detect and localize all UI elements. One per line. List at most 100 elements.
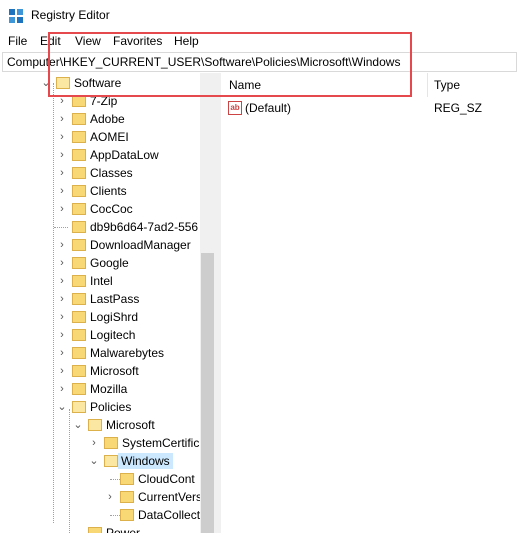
tree-item[interactable]: › Intel [0, 272, 200, 290]
tree-item[interactable]: db9b6d64-7ad2-556 [0, 218, 200, 236]
value-row[interactable]: ab (Default) REG_SZ [221, 99, 519, 117]
tree-item[interactable]: › Classes [0, 164, 200, 182]
tree-item[interactable]: › Mozilla [0, 380, 200, 398]
chevron-right-icon[interactable]: › [56, 308, 68, 326]
tree-item-label: CocCoc [90, 202, 133, 216]
folder-icon [120, 491, 134, 503]
folder-icon [72, 149, 86, 161]
chevron-down-icon[interactable]: ⌄ [56, 398, 68, 416]
tree-item-windows[interactable]: ⌄ Windows [0, 452, 200, 470]
window-title: Registry Editor [31, 8, 110, 22]
tree-item[interactable]: › CocCoc [0, 200, 200, 218]
folder-icon [72, 311, 86, 323]
registry-tree[interactable]: ⌄ Software › 7-Zip › Adobe › AOMEI › App… [0, 73, 215, 533]
folder-icon [72, 365, 86, 377]
registry-editor-icon [9, 9, 23, 23]
tree-item-label: Logitech [90, 328, 136, 342]
folder-icon [72, 221, 86, 233]
tree-item[interactable]: Power [0, 524, 200, 533]
folder-icon [72, 347, 86, 359]
folder-icon [72, 185, 86, 197]
tree-item-label: Microsoft [106, 418, 155, 432]
menu-file[interactable]: File [8, 34, 27, 48]
folder-icon [72, 257, 86, 269]
folder-open-icon [88, 419, 102, 431]
tree-item-label: CloudCont [138, 472, 195, 486]
tree-item-label: AppDataLow [90, 148, 159, 162]
folder-icon [72, 383, 86, 395]
chevron-right-icon[interactable]: › [104, 488, 116, 506]
tree-item-label: Adobe [90, 112, 125, 126]
folder-open-icon [104, 455, 118, 467]
tree-item[interactable]: › AOMEI [0, 128, 200, 146]
folder-icon [120, 509, 134, 521]
folder-icon [72, 131, 86, 143]
tree-scrollbar[interactable] [200, 73, 215, 533]
folder-icon [72, 239, 86, 251]
tree-item-label: Power [106, 526, 141, 533]
tree-item[interactable]: › LogiShrd [0, 308, 200, 326]
tree-item-label: AOMEI [90, 130, 129, 144]
tree-item[interactable]: › LastPass [0, 290, 200, 308]
tree-item[interactable]: › Logitech [0, 326, 200, 344]
folder-icon [104, 437, 118, 449]
values-list[interactable]: Name Type ab (Default) REG_SZ [221, 73, 519, 533]
tree-item-policies-microsoft[interactable]: ⌄ Microsoft [0, 416, 200, 434]
address-highlight-box [48, 32, 412, 97]
tree-item-label: Microsoft [90, 364, 139, 378]
chevron-right-icon[interactable]: › [88, 434, 100, 452]
tree-item-label: DownloadManager [90, 238, 191, 252]
tree-item[interactable]: › AppDataLow [0, 146, 200, 164]
tree-item[interactable]: › SystemCertific [0, 434, 200, 452]
chevron-right-icon[interactable]: › [56, 290, 68, 308]
folder-open-icon [72, 401, 86, 413]
tree-item[interactable]: › CurrentVers [0, 488, 203, 506]
folder-icon [72, 329, 86, 341]
column-header-type[interactable]: Type [434, 73, 460, 97]
tree-item[interactable]: › Adobe [0, 110, 200, 128]
tree-item[interactable]: CloudCont [0, 470, 200, 488]
chevron-down-icon[interactable]: ⌄ [88, 452, 100, 470]
tree-item-label: Intel [90, 274, 113, 288]
chevron-right-icon[interactable]: › [56, 362, 68, 380]
tree-item[interactable]: › Malwarebytes [0, 344, 200, 362]
title-bar: Registry Editor [0, 0, 519, 31]
chevron-right-icon[interactable]: › [56, 254, 68, 272]
chevron-right-icon[interactable]: › [56, 110, 68, 128]
folder-icon [72, 167, 86, 179]
folder-icon [72, 203, 86, 215]
column-divider[interactable] [427, 73, 428, 97]
scrollbar-thumb[interactable] [201, 253, 214, 533]
value-type: REG_SZ [434, 101, 483, 115]
chevron-right-icon[interactable]: › [56, 380, 68, 398]
tree-item-label: Mozilla [90, 382, 128, 396]
tree-item-label: db9b6d64-7ad2-556 [90, 220, 199, 234]
tree-item[interactable]: DataCollect [0, 506, 200, 524]
chevron-right-icon[interactable]: › [56, 272, 68, 290]
tree-item-label: LogiShrd [90, 310, 139, 324]
tree-item-label: CurrentVers [138, 490, 203, 504]
tree-item[interactable]: › Microsoft [0, 362, 200, 380]
tree-item[interactable]: › DownloadManager [0, 236, 200, 254]
folder-icon [72, 275, 86, 287]
chevron-down-icon[interactable]: ⌄ [72, 416, 84, 434]
folder-icon [88, 527, 102, 533]
chevron-right-icon[interactable]: › [56, 344, 68, 362]
chevron-right-icon[interactable]: › [56, 200, 68, 218]
value-name: (Default) [245, 101, 292, 115]
chevron-right-icon[interactable]: › [56, 326, 68, 344]
chevron-right-icon[interactable]: › [56, 128, 68, 146]
folder-icon [120, 473, 134, 485]
tree-item-label: DataCollect [138, 508, 201, 522]
tree-item-label: Google [90, 256, 129, 270]
string-value-icon: ab [228, 101, 242, 115]
folder-icon [72, 113, 86, 125]
tree-item[interactable]: › Clients [0, 182, 200, 200]
chevron-right-icon[interactable]: › [56, 236, 68, 254]
tree-item-label: Clients [90, 184, 127, 198]
chevron-right-icon[interactable]: › [56, 164, 68, 182]
chevron-right-icon[interactable]: › [56, 146, 68, 164]
tree-item-policies[interactable]: ⌄ Policies [0, 398, 200, 416]
chevron-right-icon[interactable]: › [56, 182, 68, 200]
tree-item[interactable]: › Google [0, 254, 200, 272]
